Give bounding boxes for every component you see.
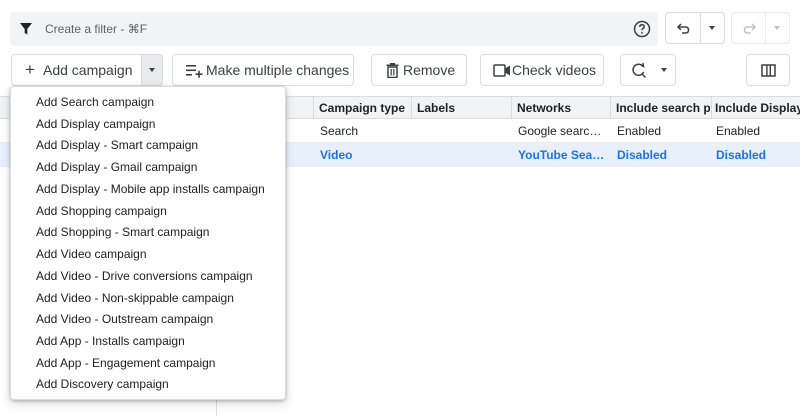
undo-button-group[interactable] [665, 12, 725, 44]
check-videos-label: Check videos [512, 62, 597, 78]
make-multiple-changes-label: Make multiple changes [206, 62, 350, 78]
menu-item-add-video-non-skippable-campaign[interactable]: Add Video - Non-skippable campaign [11, 288, 287, 309]
menu-item-add-shopping-smart-campaign[interactable]: Add Shopping - Smart campaign [11, 222, 287, 243]
column-header-campaign-type[interactable]: Campaign type [319, 101, 407, 115]
column-header-include-search[interactable]: Include search p... [616, 101, 710, 115]
trash-icon [386, 63, 399, 78]
cell-campaign-type: Search [320, 124, 359, 138]
cell-include-display: Enabled [716, 124, 761, 138]
menu-item-add-video-drive-conversions-campaign[interactable]: Add Video - Drive conversions campaign [11, 266, 287, 287]
column-header-networks[interactable]: Networks [517, 101, 607, 115]
cell-include-search: Enabled [617, 124, 662, 138]
menu-item-add-shopping-campaign[interactable]: Add Shopping campaign [11, 201, 287, 222]
filter-bar[interactable]: Create a filter - ⌘F [10, 12, 658, 46]
menu-item-add-display-gmail-campaign[interactable]: Add Display - Gmail campaign [11, 157, 287, 178]
remove-label: Remove [403, 62, 456, 78]
menu-item-add-display-smart-campaign[interactable]: Add Display - Smart campaign [11, 135, 287, 156]
chevron-down-icon [149, 68, 155, 72]
menu-item-add-app-installs-campaign[interactable]: Add App - Installs campaign [11, 331, 287, 352]
menu-item-add-app-engagement-campaign[interactable]: Add App - Engagement campaign [11, 353, 287, 374]
menu-item-add-search-campaign[interactable]: Add Search campaign [11, 92, 287, 113]
cell-networks: Google search;... [518, 124, 606, 138]
add-campaign-label: Add campaign [43, 62, 133, 78]
menu-item-add-video-outstream-campaign[interactable]: Add Video - Outstream campaign [11, 309, 287, 330]
cell-include-search: Disabled [617, 148, 668, 162]
undo-dropdown-icon[interactable] [709, 26, 715, 30]
playlist-add-icon [186, 65, 203, 78]
undo-icon[interactable] [676, 21, 691, 36]
add-campaign-button[interactable]: + Add campaign [11, 54, 163, 86]
column-header-include-display[interactable]: Include Display [715, 101, 800, 115]
redo-dropdown-icon[interactable] [774, 26, 780, 30]
remove-button[interactable]: Remove [371, 54, 467, 86]
menu-item-add-display-campaign[interactable]: Add Display campaign [11, 114, 287, 135]
cell-include-display: Disabled [716, 148, 767, 162]
columns-button[interactable] [746, 54, 790, 86]
chevron-down-icon[interactable] [661, 68, 667, 72]
cell-networks: YouTube Sear... [518, 148, 606, 162]
filter-input[interactable]: Create a filter - ⌘F [45, 22, 147, 36]
menu-item-add-discovery-campaign[interactable]: Add Discovery campaign [11, 374, 287, 395]
plus-icon: + [25, 60, 35, 79]
help-icon[interactable] [632, 19, 652, 39]
refresh-search-icon [632, 62, 647, 79]
menu-item-add-display-mobile-app-installs-campaign[interactable]: Add Display - Mobile app installs campai… [11, 179, 287, 200]
add-campaign-menu: Add Search campaign Add Display campaign… [10, 86, 286, 400]
make-multiple-changes-button[interactable]: Make multiple changes [172, 54, 354, 86]
menu-item-add-video-campaign[interactable]: Add Video campaign [11, 244, 287, 265]
videocam-icon [493, 64, 510, 77]
add-campaign-dropdown-toggle[interactable] [141, 54, 163, 86]
columns-icon [761, 64, 776, 77]
refresh-button[interactable] [620, 54, 676, 86]
redo-button-group[interactable] [731, 12, 790, 44]
filter-icon [20, 23, 32, 35]
redo-icon[interactable] [742, 21, 757, 36]
cell-campaign-type: Video [320, 148, 353, 162]
column-header-labels[interactable]: Labels [417, 101, 507, 115]
check-videos-button[interactable]: Check videos [480, 54, 604, 86]
